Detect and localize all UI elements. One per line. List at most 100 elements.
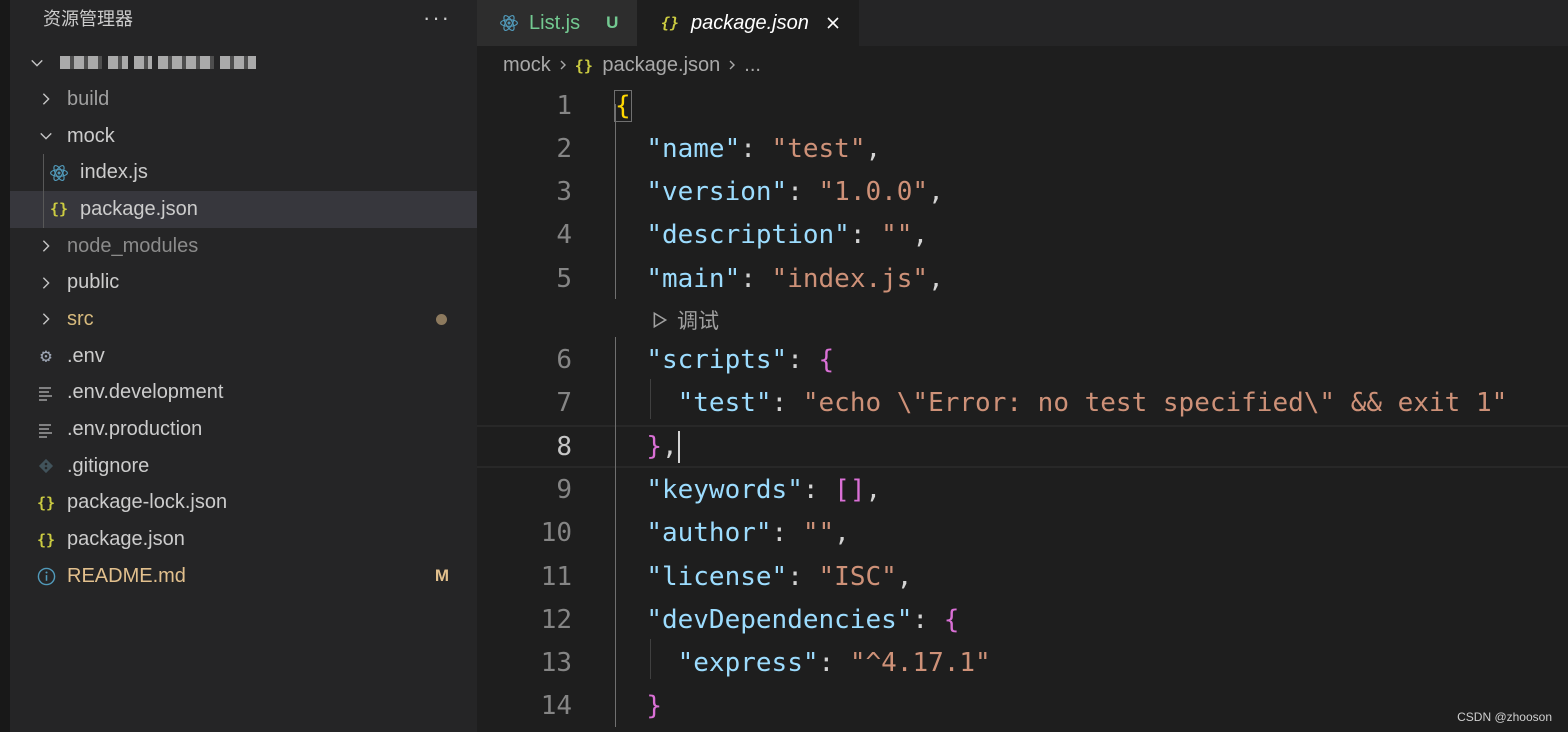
token-key: "license": [646, 561, 788, 592]
token-punc: ,: [912, 220, 929, 251]
info-icon: [35, 565, 57, 587]
token-punc: ,: [896, 561, 913, 592]
token-punc: :: [787, 561, 819, 592]
tree-folder-src[interactable]: src: [10, 301, 477, 338]
gear-icon: ⚙: [40, 345, 52, 368]
token-key: "express": [677, 648, 819, 679]
watermark: CSDN @zhooson: [1457, 710, 1552, 724]
react-icon: [499, 13, 519, 33]
code-line: 3 "version": "1.0.0",: [477, 171, 1568, 214]
debug-codelens[interactable]: 调试: [651, 303, 719, 337]
tree-item-label: node_modules: [67, 234, 199, 257]
token-str: "": [881, 220, 913, 251]
code-text: "description": "",: [615, 220, 928, 250]
token-punc: :: [912, 604, 944, 635]
json-braces-icon: {}: [49, 200, 69, 219]
react-icon: [48, 162, 70, 184]
editor-group: List.js U {} package.json mock {} packag…: [477, 0, 1568, 732]
close-icon[interactable]: [825, 15, 841, 31]
explorer-header: 资源管理器 ···: [10, 0, 477, 36]
token-punc: :: [849, 220, 882, 251]
tree-folder-node-modules[interactable]: node_modules: [10, 228, 477, 265]
chevron-right-icon: [726, 54, 738, 77]
code-line: 10 "author": "",: [477, 512, 1568, 555]
token-punc: ,: [834, 518, 850, 549]
indent-guide: [615, 449, 616, 727]
token-punc: [615, 475, 646, 505]
chevron-right-icon: [35, 272, 57, 294]
tree-file--env-production[interactable]: .env.production: [10, 411, 477, 448]
token-punc: :: [771, 518, 803, 549]
token-key: "keywords": [646, 474, 803, 505]
json-braces-icon: {}: [36, 493, 56, 512]
code-line: 13 "express": "^4.17.1": [477, 642, 1568, 685]
chevron-right-icon: [35, 88, 57, 110]
code-text: "scripts": {: [615, 345, 834, 375]
git-icon: [35, 455, 57, 477]
token-str: "index.js": [771, 263, 929, 294]
token-punc: :: [740, 263, 772, 294]
line-number: 8: [556, 431, 572, 462]
breadcrumb-item-more[interactable]: ...: [744, 54, 761, 77]
token-str: "": [802, 518, 835, 549]
modified-dot-badge: [436, 313, 447, 325]
tree-file-readme-md[interactable]: README.md M: [10, 558, 477, 595]
code-line: 7 "test": "echo \"Error: no test specifi…: [477, 382, 1568, 425]
lines-icon: [35, 382, 57, 404]
token-punc: :: [740, 133, 772, 164]
code-line: 8 },: [477, 425, 1568, 469]
code-text: "main": "index.js",: [615, 263, 943, 294]
tree-item-label: package.json: [67, 528, 185, 551]
token-punc: [615, 605, 646, 635]
json-braces-icon: {}: [574, 56, 593, 75]
tree-file-index-js[interactable]: index.js: [10, 154, 477, 191]
indent-guide: [43, 154, 44, 228]
lines-icon: [35, 419, 57, 441]
tree-file-package-json[interactable]: {} package.json: [10, 191, 477, 228]
project-root-row[interactable]: [10, 44, 477, 81]
code-text: },: [615, 430, 680, 463]
more-actions-button[interactable]: ···: [423, 5, 451, 31]
code-line: 6 "scripts": {: [477, 339, 1568, 382]
code-line: 12 "devDependencies": {: [477, 598, 1568, 641]
breadcrumb-item-package-json[interactable]: {} package.json: [575, 54, 721, 77]
tree-item-label: src: [67, 307, 94, 330]
code-text: "author": "",: [615, 518, 850, 548]
token-punc: :: [787, 345, 819, 375]
tree-file--env[interactable]: ⚙ .env: [10, 338, 477, 375]
token-str: "^4.17.1": [849, 648, 991, 679]
code-line: 2 "name": "test",: [477, 127, 1568, 170]
tree-folder-mock[interactable]: mock: [10, 118, 477, 155]
token-punc: ,: [865, 133, 882, 164]
code-text: "name": "test",: [615, 134, 881, 164]
tree-folder-build[interactable]: build: [10, 81, 477, 118]
token-punc: :: [771, 388, 803, 419]
token-brace1: {: [614, 89, 632, 122]
tree-file-package-json[interactable]: {} package.json: [10, 521, 477, 558]
tree-item-label: mock: [67, 124, 115, 147]
token-punc: [615, 691, 646, 721]
breadcrumb-item-mock[interactable]: mock: [503, 54, 551, 77]
tree-file-package-lock-json[interactable]: {} package-lock.json: [10, 485, 477, 522]
line-number: 14: [540, 691, 572, 722]
play-icon: [653, 311, 668, 328]
tree-file--env-development[interactable]: .env.development: [10, 375, 477, 412]
token-key: "name": [646, 133, 741, 164]
token-punc: ,: [661, 431, 678, 462]
tab-package-json[interactable]: {} package.json: [637, 0, 859, 46]
tree-item-label: .env: [67, 344, 105, 367]
tree-item-label: .env.development: [67, 381, 224, 404]
token-punc: :: [787, 177, 819, 208]
line-number: 6: [556, 345, 572, 375]
tab-list-js[interactable]: List.js U: [477, 0, 637, 46]
untracked-badge: U: [606, 13, 619, 32]
tree-file--gitignore[interactable]: .gitignore: [10, 448, 477, 485]
tree-item-label: package.json: [80, 197, 198, 220]
token-punc: ,: [865, 474, 882, 505]
tree-item-label: index.js: [80, 161, 148, 184]
json-braces-icon: {}: [660, 14, 680, 32]
tree-folder-public[interactable]: public: [10, 264, 477, 301]
indent-guide: [615, 104, 616, 299]
line-number: 4: [556, 220, 572, 251]
code-line: 11 "license": "ISC",: [477, 555, 1568, 598]
